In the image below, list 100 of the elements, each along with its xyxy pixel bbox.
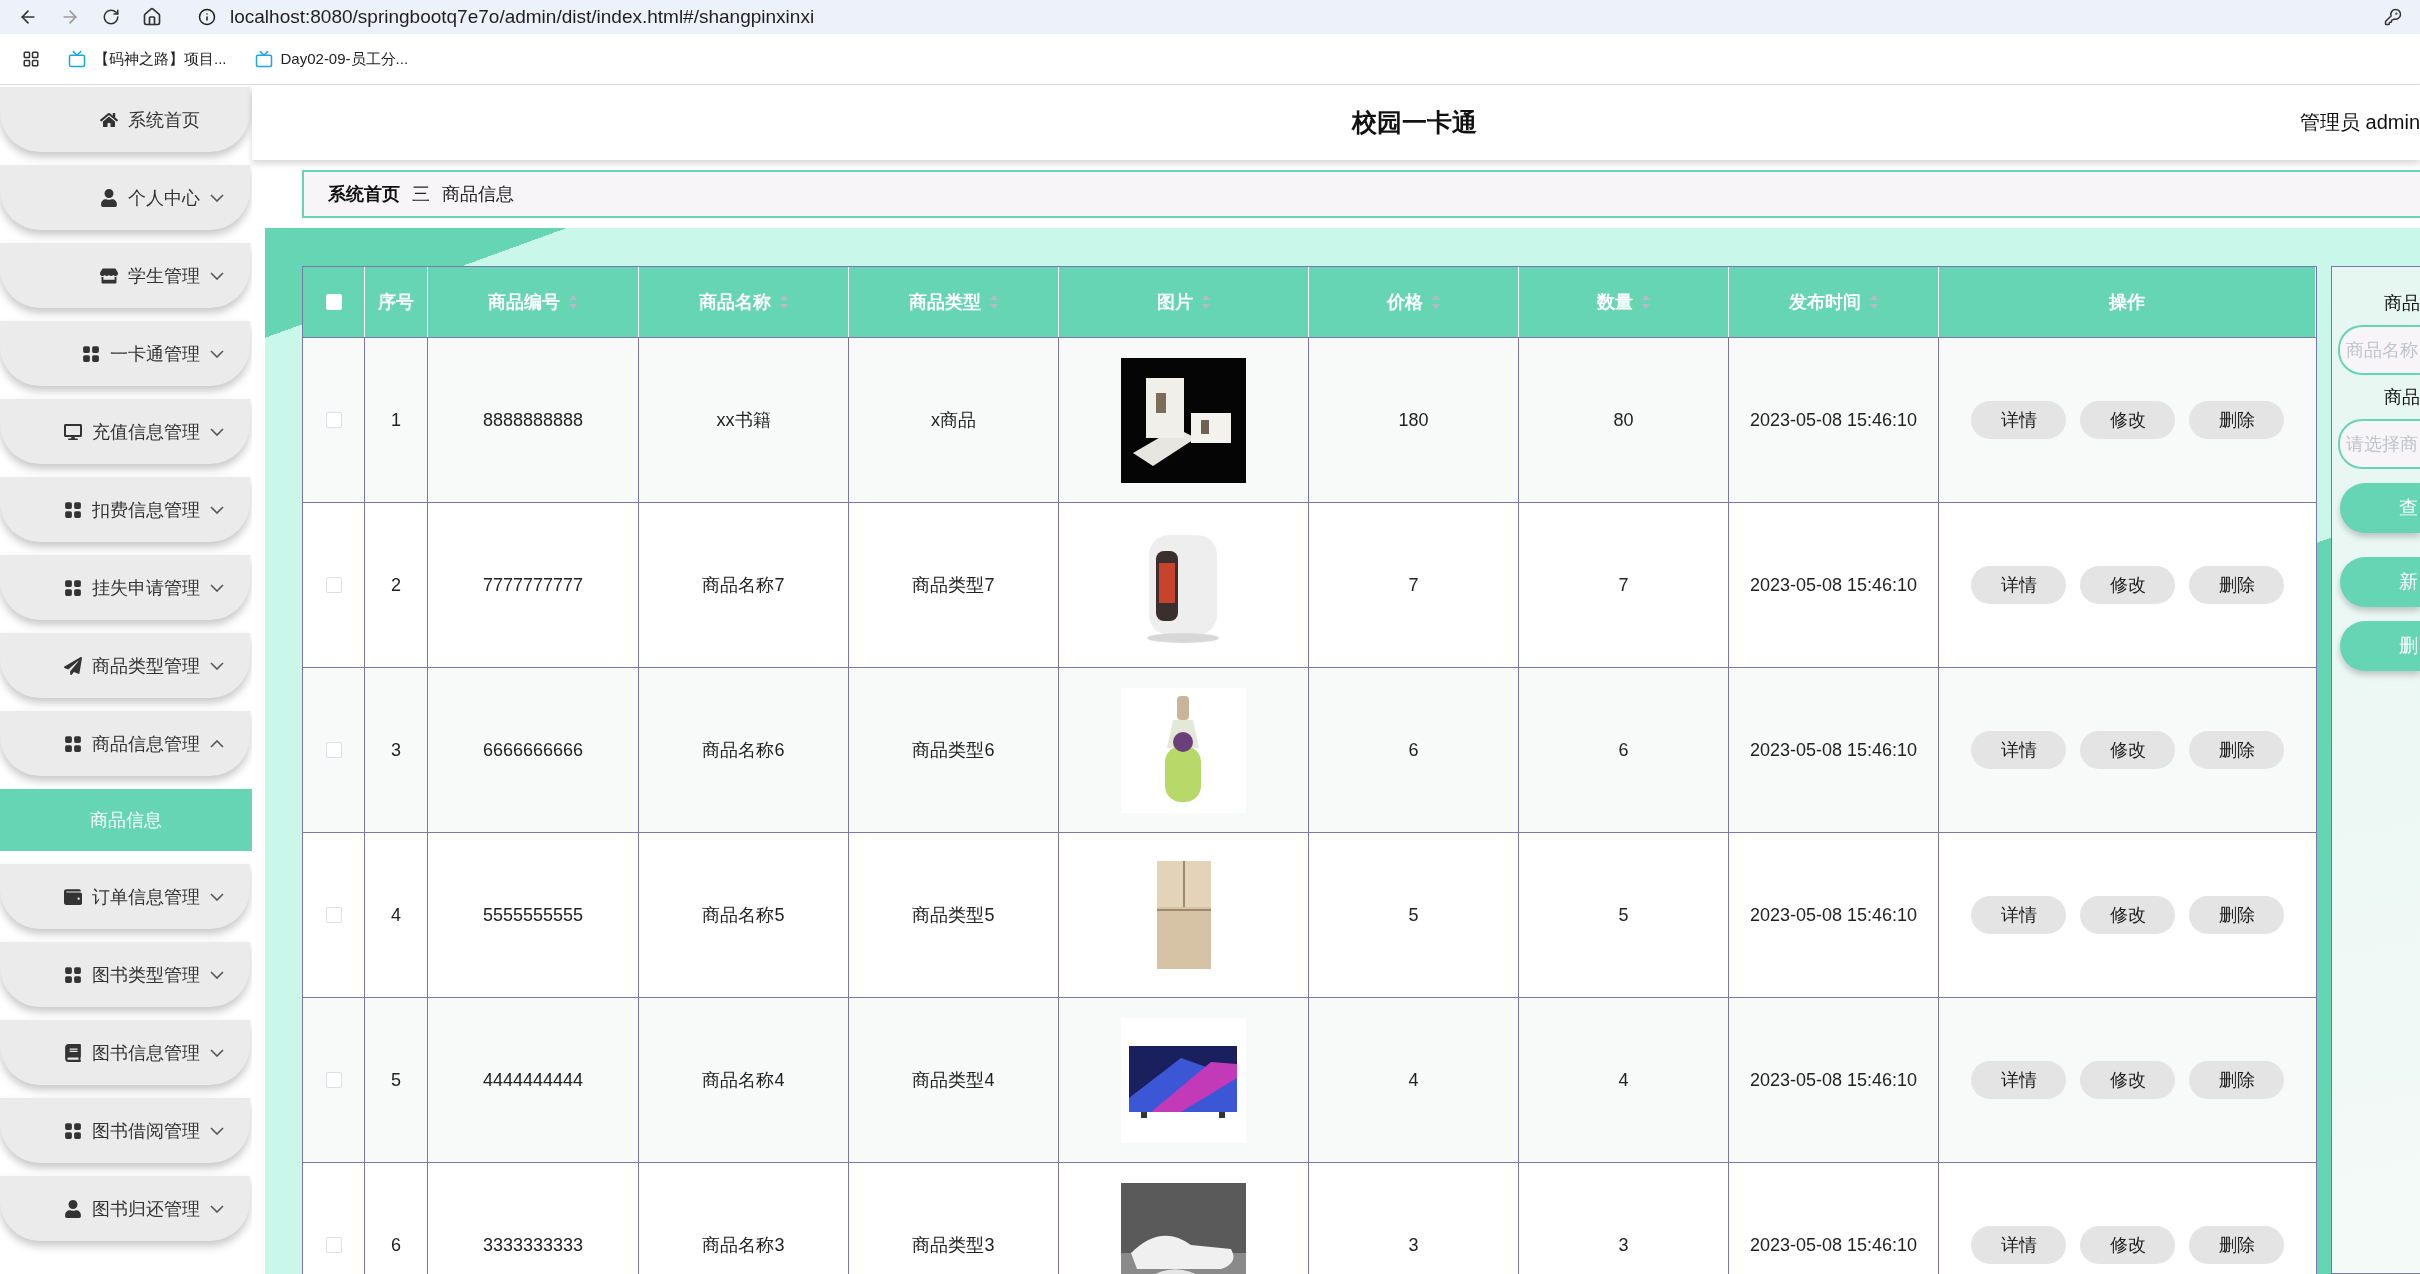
- action-button[interactable]: 删除: [2189, 896, 2284, 934]
- sort-icon[interactable]: [568, 294, 578, 310]
- person-icon: [100, 188, 118, 207]
- url-text[interactable]: localhost:8080/springbootq7e7o/admin/dist/index.html#/shangpinxinxi: [230, 6, 815, 28]
- table-cell-text: 商品名称5: [702, 904, 785, 927]
- table-cell: 7: [1408, 574, 1419, 596]
- table-cell-text: 商品名称6: [702, 739, 785, 762]
- sidebar-item[interactable]: 图书归还管理: [0, 1176, 250, 1241]
- table-cell-text: 商品类型5: [912, 904, 995, 927]
- table-cell: 4444444444: [482, 1069, 584, 1091]
- table-cell: 5: [1408, 904, 1419, 926]
- column-header: 商品名称: [698, 291, 771, 314]
- user-label: 管理员 admin: [2299, 110, 2420, 135]
- action-button[interactable]: 详情: [1971, 566, 2066, 604]
- sidebar-item[interactable]: 学生管理: [0, 243, 250, 308]
- row-checkbox[interactable]: [325, 412, 342, 428]
- grid-icon: [64, 578, 82, 597]
- grid-icon: [64, 965, 82, 984]
- table-cell: 4: [391, 904, 401, 926]
- table-cell: 3: [1408, 1234, 1419, 1256]
- table-cell: 7: [1618, 574, 1629, 596]
- book-icon: [64, 1043, 82, 1062]
- column-header: 数量: [1596, 291, 1633, 314]
- field-label: 商品: [2384, 386, 2420, 409]
- action-button[interactable]: 删除: [2189, 731, 2284, 769]
- action-button[interactable]: 删除: [2189, 566, 2284, 604]
- wallet-icon: [64, 887, 82, 906]
- bookmark-link[interactable]: 【码神之路】项目...: [94, 49, 227, 69]
- row-checkbox[interactable]: [325, 577, 342, 593]
- app-title: 校园一卡通: [1352, 107, 1477, 138]
- sidebar-item[interactable]: 商品类型管理: [0, 633, 250, 698]
- table-cell: 4: [1618, 1069, 1629, 1091]
- sidebar-item[interactable]: 挂失申请管理: [0, 555, 250, 620]
- field-label: 商品: [2384, 292, 2420, 315]
- action-button[interactable]: 修改: [2080, 1226, 2175, 1264]
- reload-icon[interactable]: [102, 8, 120, 26]
- table-cell: 5: [1618, 904, 1629, 926]
- action-button[interactable]: 修改: [2080, 401, 2175, 439]
- table-cell: 2: [391, 574, 401, 596]
- breadcrumb-link[interactable]: 系统首页: [328, 182, 400, 206]
- table-cell-text: xx书籍: [716, 409, 771, 432]
- row-checkbox[interactable]: [325, 907, 342, 923]
- table-cell: 2023-05-08 15:46:10: [1749, 1234, 1918, 1256]
- row-checkbox[interactable]: [325, 1072, 342, 1088]
- table-cell-text: 商品名称4: [702, 1069, 785, 1092]
- column-header: 价格: [1386, 291, 1423, 314]
- sort-icon[interactable]: [1640, 294, 1651, 310]
- tv-icon: [254, 50, 273, 68]
- table-cell: 2023-05-08 15:46:10: [1749, 904, 1918, 926]
- column-header: 操作: [2109, 291, 2145, 314]
- sidebar-item[interactable]: 订单信息管理: [0, 864, 250, 929]
- action-button[interactable]: 详情: [1971, 401, 2066, 439]
- table-cell: 2023-05-08 15:46:10: [1749, 574, 1918, 596]
- monitor-icon: [64, 422, 82, 441]
- sidebar-item[interactable]: 图书信息管理: [0, 1020, 250, 1085]
- sort-icon[interactable]: [778, 294, 789, 310]
- action-button[interactable]: 删除: [2189, 401, 2284, 439]
- key-icon[interactable]: [2384, 8, 2402, 26]
- table-cell-text: 商品类型3: [912, 1234, 995, 1257]
- sidebar-item[interactable]: 商品信息管理: [0, 711, 250, 776]
- action-button[interactable]: 修改: [2080, 731, 2175, 769]
- paper-plane-icon: [64, 656, 82, 675]
- table-cell: 6666666666: [482, 739, 584, 761]
- sort-icon[interactable]: [1200, 294, 1211, 310]
- action-button[interactable]: 修改: [2080, 1061, 2175, 1099]
- table-cell: 4: [1408, 1069, 1419, 1091]
- action-button[interactable]: 详情: [1971, 731, 2066, 769]
- action-button[interactable]: 详情: [1971, 896, 2066, 934]
- select-all-checkbox[interactable]: [325, 294, 342, 310]
- sidebar-item[interactable]: 系统首页: [0, 87, 250, 152]
- sidebar-item[interactable]: 图书借阅管理: [0, 1098, 250, 1163]
- sort-icon[interactable]: [1868, 294, 1879, 310]
- grid-icon: [64, 1121, 82, 1140]
- action-button[interactable]: 删除: [2189, 1226, 2284, 1264]
- action-button[interactable]: 详情: [1971, 1061, 2066, 1099]
- sidebar-item[interactable]: 个人中心: [0, 165, 250, 230]
- action-button[interactable]: 修改: [2080, 566, 2175, 604]
- table-cell: 1: [391, 409, 401, 431]
- home-icon[interactable]: [142, 7, 162, 27]
- sort-icon[interactable]: [1430, 294, 1441, 310]
- action-button[interactable]: 删除: [2189, 1061, 2284, 1099]
- table-cell: 180: [1398, 409, 1429, 431]
- info-icon[interactable]: [198, 8, 216, 26]
- sidebar-item[interactable]: 充值信息管理: [0, 399, 250, 464]
- row-checkbox[interactable]: [325, 742, 342, 758]
- grid-icon: [64, 500, 82, 519]
- sort-icon[interactable]: [988, 294, 999, 310]
- sidebar-item[interactable]: 图书类型管理: [0, 942, 250, 1007]
- action-button[interactable]: 详情: [1971, 1226, 2066, 1264]
- apps-icon[interactable]: [22, 50, 40, 68]
- column-header: 发布时间: [1788, 291, 1861, 314]
- sidebar-item[interactable]: 扣费信息管理: [0, 477, 250, 542]
- table-cell: 80: [1613, 409, 1634, 431]
- tv-icon: [68, 50, 86, 68]
- column-header: 商品编号: [488, 291, 560, 314]
- action-button[interactable]: 修改: [2080, 896, 2175, 934]
- sidebar-item[interactable]: 一卡通管理: [0, 321, 250, 386]
- grid-icon: [64, 734, 82, 753]
- row-checkbox[interactable]: [325, 1237, 342, 1253]
- bookmark-link[interactable]: Day02-09-员工分...: [280, 49, 409, 69]
